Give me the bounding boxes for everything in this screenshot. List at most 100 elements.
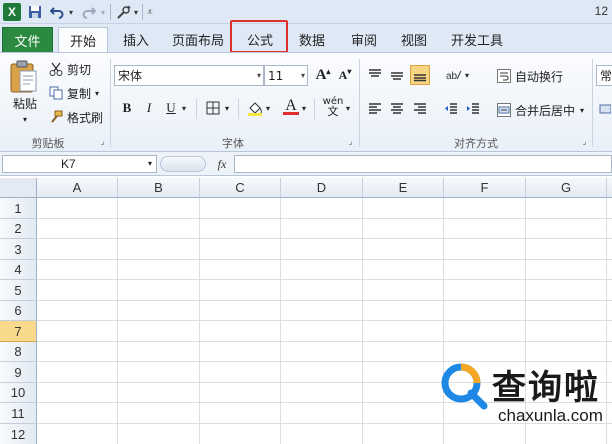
row-header-3[interactable]: 3: [0, 239, 37, 260]
italic-button[interactable]: I: [139, 98, 159, 118]
borders-icon[interactable]: [203, 98, 223, 118]
name-box-value: K7: [61, 157, 76, 171]
paste-button-label[interactable]: 粘贴: [10, 95, 40, 112]
orientation-dropdown-icon[interactable]: ▾: [465, 71, 469, 80]
redo-icon[interactable]: [80, 2, 98, 22]
phonetic-dropdown-icon[interactable]: ▾: [346, 104, 350, 113]
phonetic-guide-button[interactable]: wén 文: [320, 97, 346, 118]
group-divider: [592, 59, 593, 147]
underline-dropdown-icon[interactable]: ▾: [182, 104, 186, 113]
tab-home[interactable]: 开始: [58, 27, 108, 53]
font-color-dropdown-icon[interactable]: ▾: [302, 104, 306, 113]
font-size-combobox[interactable]: 11 ▾: [264, 65, 308, 86]
increase-indent-icon[interactable]: [463, 99, 483, 119]
fill-color-dropdown-icon[interactable]: ▾: [266, 104, 270, 113]
borders-dropdown-icon[interactable]: ▾: [225, 104, 229, 113]
grow-font-label: A: [315, 66, 327, 83]
column-header-e[interactable]: E: [363, 178, 444, 198]
align-right-icon[interactable]: [410, 99, 430, 119]
svg-text:ab: ab: [446, 71, 458, 82]
align-center-icon[interactable]: [387, 99, 407, 119]
column-header-h[interactable]: [607, 178, 612, 198]
font-launcher-icon[interactable]: ⌟: [346, 137, 355, 146]
align-top-icon[interactable]: [365, 65, 385, 85]
column-header-f[interactable]: F: [444, 178, 526, 198]
copy-button[interactable]: 复制 ▾: [48, 84, 99, 102]
font-name-value: 宋体: [118, 69, 143, 83]
align-bottom-icon[interactable]: [410, 65, 430, 85]
tab-developer[interactable]: 开发工具: [444, 27, 510, 52]
merge-center-dropdown-icon[interactable]: ▾: [580, 106, 584, 115]
fill-color-icon[interactable]: [245, 98, 265, 118]
window-title-number: 12: [594, 4, 608, 18]
excel-logo-icon[interactable]: X: [3, 3, 21, 21]
save-icon[interactable]: [26, 2, 44, 22]
cut-label: 剪切: [67, 62, 92, 77]
ribbon-home: 粘贴 ▾ 剪切 复制 ▾ 格式刷 剪贴板 ⌟ 宋体 ▾ 11 ▾ A ▴ A ▾ B…: [0, 52, 612, 152]
column-header-d[interactable]: D: [281, 178, 363, 198]
clipboard-launcher-icon[interactable]: ⌟: [98, 137, 107, 146]
tab-page-layout[interactable]: 页面布局: [166, 27, 230, 52]
row-header-7-selected[interactable]: 7: [0, 321, 37, 342]
grow-font-button[interactable]: A ▴: [313, 65, 333, 85]
format-painter-button[interactable]: 格式刷: [48, 108, 103, 126]
grid-line: [37, 320, 612, 321]
row-header-2[interactable]: 2: [0, 219, 37, 239]
orientation-icon[interactable]: ab: [444, 65, 464, 85]
currency-icon[interactable]: [598, 99, 612, 119]
align-middle-icon[interactable]: [387, 65, 407, 85]
row-header-5[interactable]: 5: [0, 280, 37, 301]
column-header-a[interactable]: A: [37, 178, 118, 198]
font-name-combobox[interactable]: 宋体 ▾: [114, 65, 264, 86]
number-format-combobox[interactable]: 常: [596, 65, 612, 86]
name-box-dropdown-icon[interactable]: ▾: [148, 156, 152, 172]
row-header-4[interactable]: 4: [0, 260, 37, 280]
name-box[interactable]: K7 ▾: [2, 155, 157, 173]
decrease-indent-icon[interactable]: [441, 99, 461, 119]
tab-review[interactable]: 审阅: [342, 27, 386, 52]
tab-data[interactable]: 数据: [290, 27, 334, 52]
row-header-6[interactable]: 6: [0, 301, 37, 321]
formula-input[interactable]: [234, 155, 612, 173]
font-name-dropdown-icon[interactable]: ▾: [257, 66, 261, 85]
font-color-button[interactable]: A: [281, 96, 301, 116]
tools-icon[interactable]: [114, 2, 132, 22]
alignment-group-label: 对齐方式: [454, 137, 498, 150]
row-header-8[interactable]: 8: [0, 342, 37, 362]
row-header-10[interactable]: 10: [0, 383, 37, 403]
row-header-1[interactable]: 1: [0, 198, 37, 219]
tab-insert[interactable]: 插入: [114, 27, 158, 52]
formula-bar-resize-handle[interactable]: [160, 156, 206, 172]
column-header-b[interactable]: B: [118, 178, 200, 198]
align-left-icon[interactable]: [365, 99, 385, 119]
column-header-g[interactable]: G: [526, 178, 607, 198]
row-header-12[interactable]: 12: [0, 424, 37, 444]
tab-file[interactable]: 文件: [2, 27, 53, 52]
wrap-text-button[interactable]: 自动换行: [496, 66, 563, 86]
redo-dropdown-icon[interactable]: ▾: [98, 2, 108, 22]
font-size-dropdown-icon[interactable]: ▾: [301, 66, 305, 85]
paste-dropdown-icon[interactable]: ▾: [20, 115, 30, 124]
tools-dropdown-icon[interactable]: ▾: [132, 2, 140, 22]
customize-toolbar-icon[interactable]: ⩡: [144, 2, 156, 22]
select-all-corner[interactable]: [0, 178, 37, 198]
shrink-font-button[interactable]: A ▾: [335, 65, 355, 85]
cut-button[interactable]: 剪切: [48, 60, 91, 78]
copy-dropdown-icon[interactable]: ▾: [95, 89, 99, 98]
row-header-9[interactable]: 9: [0, 362, 37, 383]
merge-center-button[interactable]: 合并后居中 ▾: [496, 100, 584, 120]
undo-icon[interactable]: [48, 2, 66, 22]
copy-icon: [48, 86, 64, 100]
tab-view[interactable]: 视图: [392, 27, 436, 52]
caret-down-icon: ▾: [347, 66, 352, 76]
insert-function-icon[interactable]: fx: [213, 155, 231, 173]
undo-dropdown-icon[interactable]: ▾: [66, 2, 76, 22]
watermark: 查询啦 chaxunla.com: [440, 360, 610, 440]
row-header-11[interactable]: 11: [0, 403, 37, 424]
paste-icon[interactable]: [6, 57, 40, 97]
watermark-brand-cn: 查询啦: [492, 368, 600, 408]
column-header-c[interactable]: C: [200, 178, 281, 198]
alignment-launcher-icon[interactable]: ⌟: [580, 137, 589, 146]
underline-button[interactable]: U: [161, 98, 181, 118]
bold-button[interactable]: B: [117, 98, 137, 118]
